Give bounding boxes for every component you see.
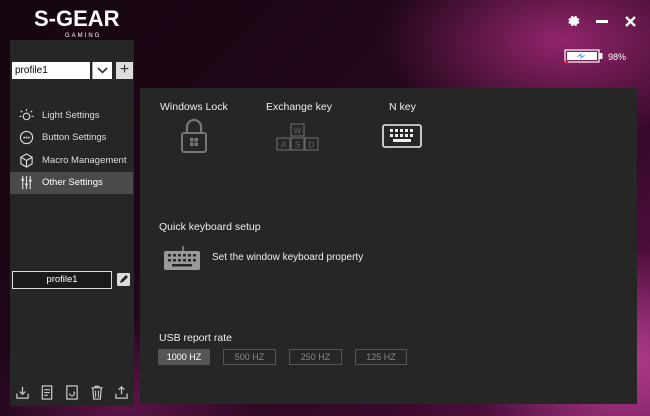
lock-icon[interactable] [180,118,208,159]
rate-125hz-button[interactable]: 125 HZ [355,349,407,365]
import-icon[interactable] [14,384,30,400]
rate-250hz-button[interactable]: 250 HZ [289,349,342,365]
sidebar-toolbar [10,380,134,404]
sidebar [10,40,134,406]
logo-subtext: GAMING [65,33,102,39]
reset-icon[interactable] [64,384,80,400]
svg-text:D: D [309,141,315,150]
svg-text:S: S [295,141,300,150]
sliders-icon [18,175,34,191]
exchange-key-label: Exchange key [266,101,332,113]
n-key-label: N key [389,101,416,113]
quick-keyboard-setup-title: Quick keyboard setup [159,221,261,233]
battery-icon [564,49,604,65]
button-settings-icon [18,130,34,146]
svg-text:A: A [281,141,287,150]
close-icon[interactable] [622,12,638,30]
sidebar-item-label: Button Settings [42,132,107,144]
rate-500hz-button[interactable]: 500 HZ [223,349,276,365]
profile-name-field[interactable]: profile1 [12,271,112,289]
keyboard-icon[interactable] [382,124,422,153]
export-icon[interactable] [114,384,130,400]
edit-icon[interactable] [116,272,131,287]
battery-indicator: 98% [564,49,626,65]
usb-report-rate-title: USB report rate [159,332,232,344]
macro-cube-icon [18,152,34,168]
sun-icon [18,107,34,123]
chevron-down-icon[interactable] [92,62,112,79]
sidebar-item-label: Macro Management [42,154,127,166]
windows-lock-label: Windows Lock [160,101,228,113]
sidebar-item-button-settings[interactable]: Button Settings [10,127,133,149]
sidebar-item-label: Other Settings [42,177,103,189]
rate-1000hz-button[interactable]: 1000 HZ [158,349,210,365]
sidebar-item-macro-management[interactable]: Macro Management [10,149,133,171]
window-controls [566,12,638,30]
keyboard-property-link[interactable]: Set the window keyboard property [212,252,363,263]
sidebar-item-label: Light Settings [42,109,100,121]
battery-percent: 98% [608,52,627,62]
profile-selector: profile1 + [12,62,133,79]
sidebar-item-other-settings[interactable]: Other Settings [10,171,133,194]
minimize-icon[interactable] [594,12,610,30]
gear-icon[interactable] [566,12,582,30]
keyboard-icon[interactable] [163,245,201,276]
document-icon[interactable] [39,384,55,400]
sidebar-menu: Light Settings Button Settings Macro Man… [10,104,133,194]
logo-text: S-GEAR [34,6,120,31]
profile-select[interactable]: profile1 [12,62,90,79]
svg-text:W: W [294,127,302,136]
wasd-keys-icon[interactable]: W A S D [276,123,320,156]
add-profile-button[interactable]: + [116,62,133,79]
sidebar-item-light-settings[interactable]: Light Settings [10,104,133,126]
trash-icon[interactable] [89,384,105,400]
